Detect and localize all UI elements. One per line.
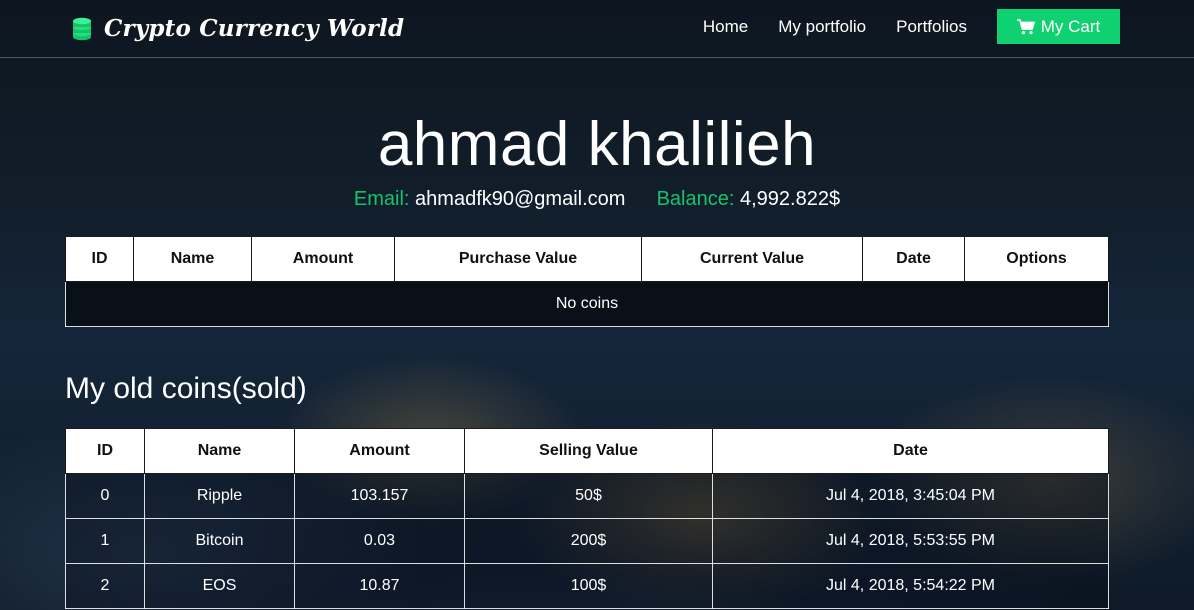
cell-name: Bitcoin xyxy=(144,518,295,564)
brand-name: Crypto Currency World xyxy=(104,14,405,42)
column-header-date: Date xyxy=(862,236,965,282)
nav-home-link[interactable]: Home xyxy=(703,17,748,37)
column-header-options: Options xyxy=(964,236,1109,282)
column-header-amount: Amount xyxy=(251,236,395,282)
cell-id: 2 xyxy=(65,563,145,609)
brand-logo-link[interactable]: Crypto Currency World xyxy=(72,10,404,46)
email-label: Email: xyxy=(353,188,410,210)
column-header-name: Name xyxy=(133,236,252,282)
current-coins-table: ID Name Amount Purchase Value Current Va… xyxy=(65,236,1109,327)
cell-amount: 103.157 xyxy=(294,473,465,519)
nav-links: Home My portfolio Portfolios My Cart xyxy=(673,9,1120,44)
table-row: No coins xyxy=(65,281,1109,327)
email-value: ahmadfk90@gmail.com xyxy=(415,188,626,210)
shopping-cart-icon xyxy=(1016,18,1035,35)
column-header-purchase-value: Purchase Value xyxy=(394,236,642,282)
cell-date: Jul 4, 2018, 5:54:22 PM xyxy=(712,563,1109,609)
column-header-current-value: Current Value xyxy=(641,236,863,282)
column-header-selling-value: Selling Value xyxy=(464,428,713,474)
cell-id: 0 xyxy=(65,473,145,519)
column-header-id: ID xyxy=(65,428,145,474)
table-row: 0 Ripple 103.157 50$ Jul 4, 2018, 3:45:0… xyxy=(65,473,1109,519)
nav-my-portfolio-link[interactable]: My portfolio xyxy=(778,17,866,37)
my-cart-label: My Cart xyxy=(1040,16,1101,36)
cell-selling-value: 200$ xyxy=(464,518,713,564)
sold-coins-table: ID Name Amount Selling Value Date 0 Ripp… xyxy=(65,428,1109,609)
top-navbar: Crypto Currency World Home My portfolio … xyxy=(0,0,1194,58)
balance-label: Balance: xyxy=(656,188,735,210)
cell-name: EOS xyxy=(144,563,295,609)
cell-date: Jul 4, 2018, 3:45:04 PM xyxy=(712,473,1109,519)
column-header-id: ID xyxy=(65,236,134,282)
cell-amount: 0.03 xyxy=(294,518,465,564)
profile-info: Email: ahmadfk90@gmail.com Balance: 4,99… xyxy=(0,186,1194,212)
cell-date: Jul 4, 2018, 5:53:55 PM xyxy=(712,518,1109,564)
cell-selling-value: 100$ xyxy=(464,563,713,609)
table-header-row: ID Name Amount Purchase Value Current Va… xyxy=(65,236,1109,282)
column-header-amount: Amount xyxy=(294,428,465,474)
my-cart-button[interactable]: My Cart xyxy=(997,9,1120,44)
profile-name-heading: ahmad khalilieh xyxy=(377,110,817,179)
table-header-row: ID Name Amount Selling Value Date xyxy=(65,428,1109,474)
nav-portfolios-link[interactable]: Portfolios xyxy=(896,17,967,37)
cell-id: 1 xyxy=(65,518,145,564)
coin-stack-icon xyxy=(72,15,92,41)
sold-coins-heading: My old coins(sold) xyxy=(65,372,307,405)
table-row: 2 EOS 10.87 100$ Jul 4, 2018, 5:54:22 PM xyxy=(65,563,1109,609)
cell-amount: 10.87 xyxy=(294,563,465,609)
column-header-name: Name xyxy=(144,428,295,474)
cell-name: Ripple xyxy=(144,473,295,519)
cell-selling-value: 50$ xyxy=(464,473,713,519)
table-row: 1 Bitcoin 0.03 200$ Jul 4, 2018, 5:53:55… xyxy=(65,518,1109,564)
balance-value: 4,992.822$ xyxy=(739,188,841,210)
no-coins-message: No coins xyxy=(65,281,1109,327)
column-header-date: Date xyxy=(712,428,1109,474)
